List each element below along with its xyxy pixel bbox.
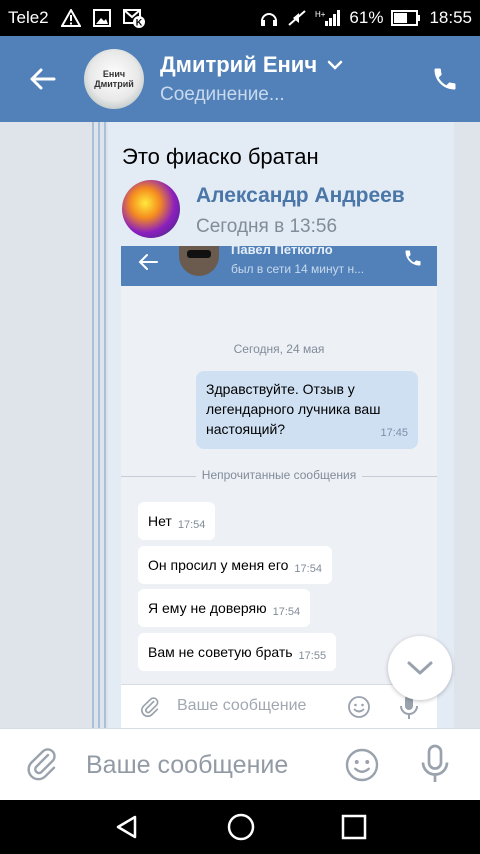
arrow-back-icon	[30, 68, 56, 90]
battery-icon	[391, 10, 421, 26]
avatar[interactable]: Енич Дмитрий	[84, 49, 144, 109]
date-separator: Сегодня, 24 мая	[233, 342, 325, 356]
nav-home-icon[interactable]	[226, 812, 256, 842]
smile-icon[interactable]	[344, 747, 380, 783]
message-list[interactable]: Это фиаско братан Александр Андреев Сего…	[0, 122, 480, 728]
phone-icon	[434, 68, 456, 90]
incoming-message-text: Вам не советую брать	[148, 644, 293, 660]
embedded-header: Павел Петкогло был в сети 14 минут н...	[121, 246, 437, 286]
incoming-message-time: 17:55	[298, 650, 327, 662]
forwarded-author-avatar[interactable]	[122, 180, 180, 238]
message-input[interactable]: Ваше сообщение	[86, 751, 288, 780]
embedded-name: Павел Петкогло	[231, 246, 333, 257]
outgoing-message-text: Здравствуйте. Отзыв у легендарного лучни…	[206, 381, 381, 437]
headphones-icon	[261, 13, 278, 26]
call-button[interactable]	[410, 36, 480, 122]
nav-back-icon[interactable]	[113, 813, 141, 841]
mute-icon	[288, 10, 307, 26]
vk-notification-icon: K	[122, 9, 145, 28]
phone-icon	[405, 250, 421, 266]
clock: 18:55	[429, 8, 472, 27]
incoming-message: Я ему не доверяю 17:54	[138, 589, 311, 627]
arrow-back-icon	[138, 254, 158, 270]
svg-text:H+: H+	[315, 10, 326, 19]
navigation-bar	[0, 800, 480, 854]
outgoing-message-time: 17:45	[380, 427, 408, 439]
forward-lines	[92, 122, 108, 728]
chat-title-block[interactable]: Дмитрий Енич Соединение...	[160, 52, 410, 106]
message-input-bar: Ваше сообщение	[0, 728, 480, 800]
embedded-avatar	[179, 246, 219, 276]
outgoing-message: Здравствуйте. Отзыв у легендарного лучни…	[196, 371, 418, 449]
back-button[interactable]	[0, 36, 84, 122]
incoming-message-text: Он просил у меня его	[148, 557, 289, 573]
incoming-message-time: 17:54	[294, 563, 322, 575]
battery-percent: 61%	[349, 8, 384, 27]
incoming-message-time: 17:54	[272, 606, 301, 618]
scroll-down-button[interactable]	[388, 636, 452, 700]
image-icon	[92, 9, 111, 27]
incoming-message-time: 17:54	[177, 519, 206, 531]
embedded-input-bar: Ваше сообщение	[121, 684, 437, 728]
svg-text:K: K	[135, 18, 142, 28]
forwarded-time: Сегодня в 13:56	[196, 216, 338, 237]
carrier-label: Tele2	[8, 8, 49, 27]
incoming-message-text: Нет	[148, 513, 172, 529]
incoming-message: Нет 17:54	[138, 502, 216, 540]
avatar-text: Енич Дмитрий	[94, 69, 134, 89]
chevron-down-icon	[407, 661, 433, 675]
unread-separator: Непрочитанные сообщения	[121, 468, 437, 484]
unread-label: Непрочитанные сообщения	[195, 468, 363, 482]
incoming-message: Вам не советую брать 17:55	[138, 633, 337, 671]
chat-title: Дмитрий Енич	[160, 52, 318, 77]
embedded-input-placeholder: Ваше сообщение	[177, 697, 307, 714]
forwarded-author-name[interactable]: Александр Андреев	[196, 184, 405, 208]
message-text: Это фиаско братан	[122, 144, 319, 169]
connection-status: Соединение...	[160, 84, 285, 105]
status-bar: Tele2 K H+ 61% 18:55	[0, 0, 480, 36]
incoming-message-text: Я ему не доверяю	[148, 600, 267, 616]
chevron-down-icon	[327, 60, 343, 70]
paperclip-icon	[141, 697, 159, 718]
signal-icon: H+	[315, 10, 341, 26]
microphone-icon[interactable]	[420, 743, 450, 785]
warning-icon	[60, 9, 81, 27]
paperclip-icon[interactable]	[24, 745, 60, 783]
chat-header: Енич Дмитрий Дмитрий Енич Соединение...	[0, 36, 480, 122]
smile-icon	[348, 696, 370, 718]
nav-recents-icon[interactable]	[341, 814, 367, 840]
incoming-message: Он просил у меня его 17:54	[138, 546, 332, 584]
embedded-status: был в сети 14 минут н...	[231, 262, 365, 276]
